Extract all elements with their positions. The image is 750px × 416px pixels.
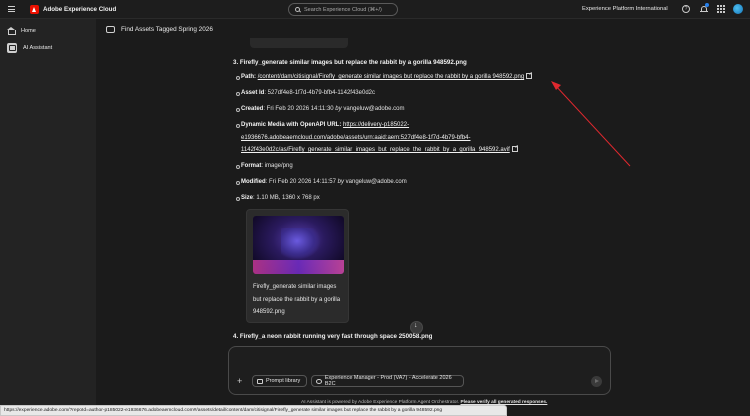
sidebar: Home AI Assistant	[0, 19, 96, 416]
home-icon	[7, 27, 16, 35]
conversation-title: Find Assets Tagged Spring 2026	[121, 26, 213, 33]
path-item: Path: /content/dam/citisignal/Firefly_ge…	[235, 71, 533, 84]
search-placeholder: Search Experience Cloud (⌘+/)	[304, 6, 382, 13]
chat-composer[interactable]: + Prompt library Experience Manager - Pr…	[228, 346, 611, 395]
add-icon[interactable]: +	[237, 376, 242, 386]
conversation-header: Find Assets Tagged Spring 2026	[106, 26, 213, 33]
previous-thumbnail-card	[250, 38, 348, 48]
experience-manager-icon	[316, 378, 322, 384]
sidebar-item-ai-assistant[interactable]: AI Assistant	[4, 41, 92, 54]
org-switcher[interactable]: Experience Platform International	[582, 6, 668, 12]
modified-item: Modified: Fri Feb 20 2026 14:11:57 by va…	[236, 176, 407, 189]
dm-url-link[interactable]: e1936676.adobeaemcloud.com/adobe/assets/…	[241, 135, 471, 141]
external-link-icon[interactable]	[511, 146, 518, 152]
result-heading: 4. Firefly_a neon rabbit running very fa…	[233, 333, 433, 340]
help-icon[interactable]: ?	[682, 5, 690, 13]
thumbnail-caption: Firefly_generate similar images but repl…	[253, 284, 341, 315]
avatar[interactable]	[733, 4, 743, 14]
dm-url-link[interactable]: 1142f43e0d2c/as/Firefly_generate_similar…	[241, 147, 510, 153]
send-button[interactable]	[591, 376, 602, 387]
ai-assistant-icon	[7, 42, 17, 53]
asset-thumbnail-card[interactable]: Firefly_generate similar images but repl…	[246, 209, 349, 323]
search-icon	[295, 7, 300, 12]
status-url-bar: https://experience.adobe.com/?repoId=aut…	[0, 405, 507, 416]
size-item: Size: 1.10 MB, 1360 x 768 px	[236, 192, 320, 205]
path-link[interactable]: /content/dam/citisignal/Firefly_generate…	[258, 74, 524, 80]
dynamic-media-item: Dynamic Media with OpenAPI URL: https://…	[236, 119, 571, 157]
sidebar-item-home[interactable]: Home	[4, 24, 92, 37]
result-heading: 3. Firefly_generate similar images but r…	[233, 59, 467, 66]
asset-id-item: Asset Id: 527df4e8-1f7d-4b79-bfb4-1142f4…	[236, 87, 375, 100]
dm-url-link[interactable]: https://delivery-p185022-	[343, 122, 409, 128]
main-panel: Find Assets Tagged Spring 2026 3. Firefl…	[96, 19, 750, 416]
menu-icon[interactable]	[8, 6, 22, 12]
format-item: Format: image/png	[236, 160, 293, 173]
scroll-down-button[interactable]	[410, 321, 423, 334]
apps-grid-icon[interactable]	[717, 5, 725, 13]
brand-name: Adobe Experience Cloud	[43, 5, 117, 13]
context-selector[interactable]: Experience Manager - Prod (VA7) - Accele…	[311, 375, 464, 387]
prompt-library-button[interactable]: Prompt library	[252, 375, 307, 387]
chat-icon	[106, 26, 115, 33]
adobe-logo-icon	[30, 4, 39, 14]
search-input[interactable]: Search Experience Cloud (⌘+/)	[288, 3, 398, 16]
book-icon	[257, 378, 263, 384]
sidebar-item-label: Home	[21, 27, 36, 34]
sidebar-item-label: AI Assistant	[23, 44, 53, 51]
brand-logo[interactable]: Adobe Experience Cloud	[30, 4, 117, 14]
asset-thumbnail-image[interactable]	[253, 216, 344, 274]
external-link-icon[interactable]	[526, 73, 533, 79]
notification-badge	[705, 3, 709, 7]
created-item: Created: Fri Feb 20 2026 14:11:30 by van…	[235, 103, 404, 116]
